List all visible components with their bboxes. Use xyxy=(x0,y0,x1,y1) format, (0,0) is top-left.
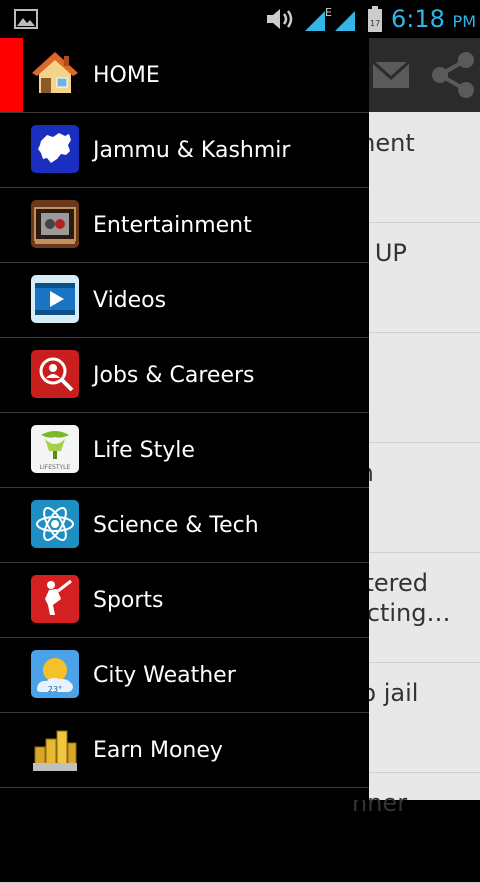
drawer-item-label: Entertainment xyxy=(93,212,252,238)
gallery-icon xyxy=(14,9,38,29)
drawer-item-jammu-kashmir[interactable]: Jammu & Kashmir xyxy=(0,113,369,188)
drawer-item-label: Jobs & Careers xyxy=(93,362,255,388)
drawer-item-sports[interactable]: Sports xyxy=(0,563,369,638)
active-indicator xyxy=(0,38,23,112)
clock: 6:18 PM xyxy=(391,5,476,33)
battery-icon: 17 xyxy=(368,6,382,32)
drawer-item-earn-money[interactable]: Earn Money xyxy=(0,713,369,788)
drawer-item-label: Jammu & Kashmir xyxy=(93,137,291,163)
svg-text:23°: 23° xyxy=(48,685,62,694)
jobs-search-icon xyxy=(31,350,79,398)
drawer-item-jobs-careers[interactable]: Jobs & Careers xyxy=(0,338,369,413)
mail-icon[interactable] xyxy=(372,56,410,94)
drawer-item-label: Earn Money xyxy=(93,737,223,763)
drawer-item-label: City Weather xyxy=(93,662,236,688)
status-bar: E 17 6:18 PM xyxy=(0,0,480,38)
lifestyle-icon: LIFESTYLE xyxy=(31,425,79,473)
drawer-item-home[interactable]: HOME xyxy=(0,38,369,113)
weather-icon: 23° xyxy=(31,650,79,698)
drawer-item-label: Science & Tech xyxy=(93,512,259,538)
coins-icon xyxy=(31,725,79,773)
video-play-icon xyxy=(31,275,79,323)
home-icon xyxy=(32,52,78,93)
cricket-icon xyxy=(31,575,79,623)
drawer-item-science-tech[interactable]: Science & Tech xyxy=(0,488,369,563)
atom-icon xyxy=(31,500,79,548)
jk-map-icon xyxy=(31,125,79,173)
svg-text:E: E xyxy=(325,6,332,19)
drawer-item-label: Sports xyxy=(93,587,164,613)
drawer-item-entertainment[interactable]: Entertainment xyxy=(0,188,369,263)
drawer-item-label: HOME xyxy=(93,62,160,88)
drawer-item-label: Life Style xyxy=(93,437,195,463)
drawer-item-label: Videos xyxy=(93,287,167,313)
clock-ampm: PM xyxy=(452,12,476,31)
volume-icon xyxy=(267,9,293,29)
drawer-item-city-weather[interactable]: 23° City Weather xyxy=(0,638,369,713)
clock-time: 6:18 xyxy=(391,5,445,33)
film-icon xyxy=(31,200,79,248)
svg-text:17: 17 xyxy=(370,19,380,28)
signal-icon: E xyxy=(305,6,355,31)
navigation-drawer: HOME Jammu & Kashmir Entertainment Video… xyxy=(0,38,369,800)
svg-text:LIFESTYLE: LIFESTYLE xyxy=(40,464,71,471)
drawer-item-videos[interactable]: Videos xyxy=(0,263,369,338)
drawer-item-life-style[interactable]: LIFESTYLE Life Style xyxy=(0,413,369,488)
share-icon[interactable] xyxy=(428,52,478,98)
